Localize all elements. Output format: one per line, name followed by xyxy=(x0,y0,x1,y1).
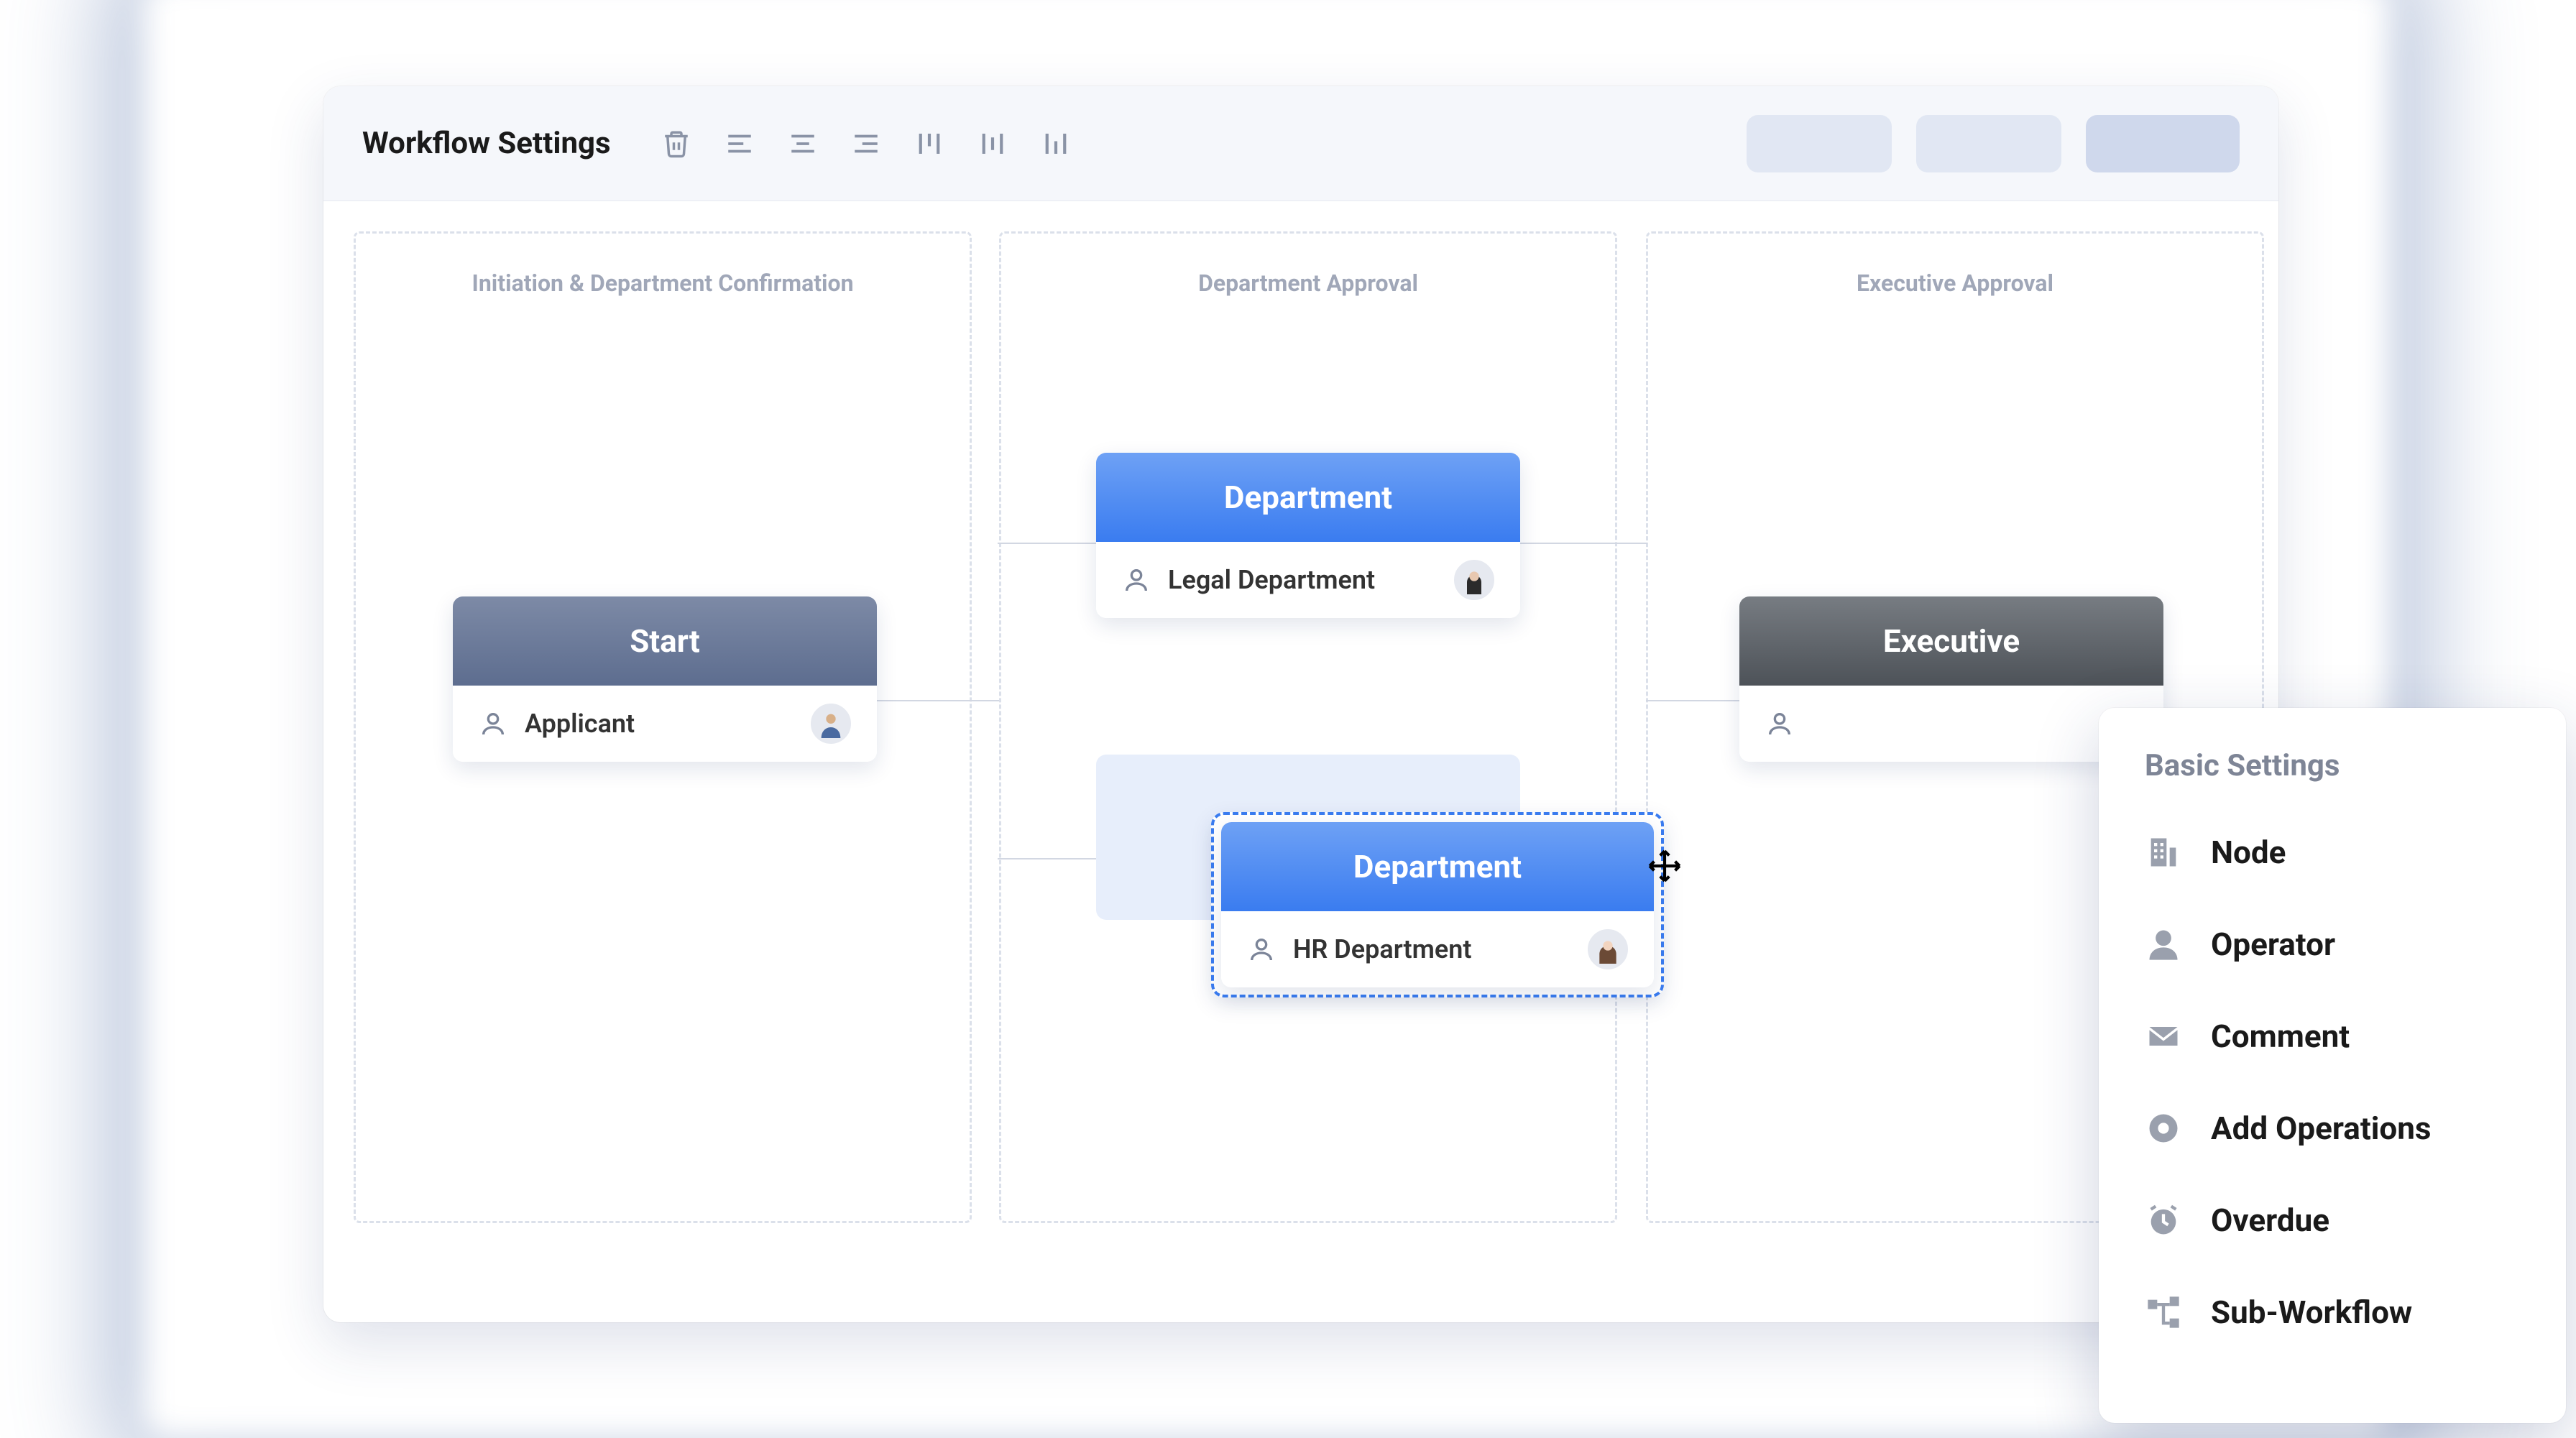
align-left-icon[interactable] xyxy=(724,129,755,159)
alarm-icon xyxy=(2145,1202,2182,1239)
user-icon xyxy=(1765,709,1794,738)
building-icon xyxy=(2145,834,2182,871)
avatar xyxy=(811,704,851,744)
workflow-node-start[interactable]: Start Applicant xyxy=(453,596,877,762)
user-icon xyxy=(1247,935,1276,964)
settings-item-add-operations[interactable]: Add Operations xyxy=(2145,1091,2520,1166)
swimlane-department-approval: Department Approval xyxy=(999,231,1617,1223)
settings-item-sub-workflow[interactable]: Sub-Workflow xyxy=(2145,1275,2520,1350)
settings-item-operator[interactable]: Operator xyxy=(2145,907,2520,982)
settings-item-node[interactable]: Node xyxy=(2145,815,2520,890)
toolbar: Workflow Settings xyxy=(323,86,2278,201)
toolbar-action-2[interactable] xyxy=(1916,115,2061,172)
distribute-top-icon[interactable] xyxy=(914,129,944,159)
node-header: Executive xyxy=(1739,596,2163,686)
settings-item-label: Add Operations xyxy=(2211,1110,2431,1147)
swimlane-title: Executive Approval xyxy=(1648,269,2262,297)
avatar xyxy=(1454,560,1494,600)
gear-icon xyxy=(2145,1110,2182,1147)
person-icon xyxy=(2145,926,2182,963)
popover-title: Basic Settings xyxy=(2145,748,2520,783)
node-header: Department xyxy=(1096,453,1520,542)
distribute-middle-icon[interactable] xyxy=(978,129,1008,159)
workflow-node-hr-dragging[interactable]: Department HR Department xyxy=(1211,812,1664,997)
node-body: Applicant xyxy=(453,686,877,762)
page-title: Workflow Settings xyxy=(362,126,611,161)
avatar xyxy=(1588,929,1628,969)
workflow-node-legal[interactable]: Department Legal Department xyxy=(1096,453,1520,618)
settings-item-overdue[interactable]: Overdue xyxy=(2145,1183,2520,1258)
node-header: Start xyxy=(453,596,877,686)
settings-item-comment[interactable]: Comment xyxy=(2145,999,2520,1074)
user-icon xyxy=(479,709,507,738)
distribute-bottom-icon[interactable] xyxy=(1041,129,1071,159)
settings-item-label: Sub-Workflow xyxy=(2211,1294,2412,1331)
node-assignee-label: Applicant xyxy=(525,709,794,739)
connector xyxy=(1646,700,1741,701)
basic-settings-popover: Basic Settings Node Operator Comment Add… xyxy=(2099,708,2566,1423)
align-center-icon[interactable] xyxy=(788,129,818,159)
align-right-icon[interactable] xyxy=(851,129,881,159)
move-cursor-icon xyxy=(1647,848,1683,884)
toolbar-icon-group xyxy=(661,129,1071,159)
settings-item-label: Node xyxy=(2211,834,2286,871)
workflow-editor-window: Workflow Settings xyxy=(323,86,2278,1322)
mail-icon xyxy=(2145,1018,2182,1055)
swimlane-title: Initiation & Department Confirmation xyxy=(356,269,970,297)
workflow-canvas[interactable]: Initiation & Department Confirmation Dep… xyxy=(323,201,2278,1322)
connector xyxy=(998,858,1098,859)
node-body: Legal Department xyxy=(1096,542,1520,618)
node-header: Department xyxy=(1221,822,1654,911)
connector xyxy=(1520,543,1647,544)
swimlane-title: Department Approval xyxy=(1001,269,1615,297)
subworkflow-icon xyxy=(2145,1294,2182,1331)
node-body: HR Department xyxy=(1221,911,1654,987)
node-assignee-label: HR Department xyxy=(1293,934,1570,964)
node-assignee-label: Legal Department xyxy=(1168,565,1437,595)
connector xyxy=(877,700,999,701)
user-icon xyxy=(1122,566,1151,594)
connector xyxy=(998,543,1098,544)
settings-item-label: Operator xyxy=(2211,926,2335,963)
toolbar-actions xyxy=(1747,115,2240,172)
toolbar-action-3[interactable] xyxy=(2086,115,2240,172)
toolbar-action-1[interactable] xyxy=(1747,115,1892,172)
trash-icon[interactable] xyxy=(661,129,691,159)
settings-item-label: Comment xyxy=(2211,1018,2350,1055)
settings-item-label: Overdue xyxy=(2211,1202,2329,1239)
